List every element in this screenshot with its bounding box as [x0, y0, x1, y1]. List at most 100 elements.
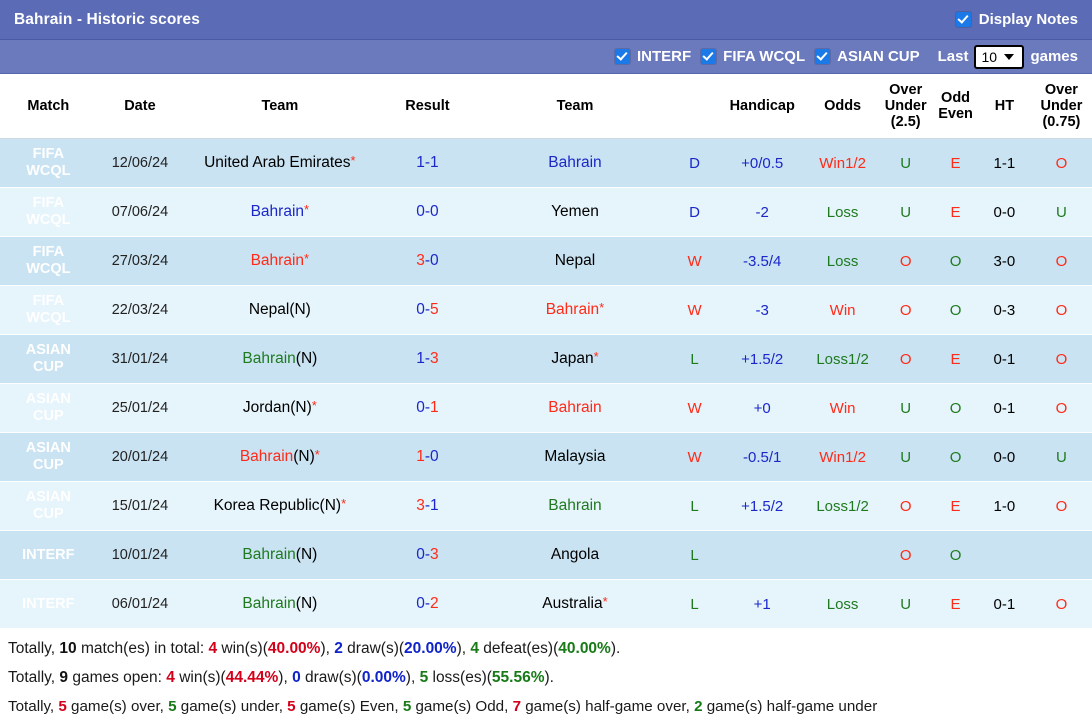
score-cell[interactable]: 3-1 — [376, 481, 479, 531]
competition-cell[interactable]: ASIAN CUP — [0, 481, 97, 531]
col-ht[interactable]: HT — [977, 74, 1031, 139]
competition-cell[interactable]: ASIAN CUP — [0, 383, 97, 433]
s3-odd-text: game(s) Odd, — [411, 698, 513, 715]
s3-half-over: 7 — [512, 698, 522, 715]
result-wdl-cell: L — [671, 579, 718, 629]
competition-line2: CUP — [33, 408, 64, 424]
games-count-select[interactable]: 10 — [974, 44, 1025, 69]
score-cell[interactable]: 1-1 — [376, 138, 479, 188]
home-team-cell[interactable]: Bahrain(N) — [183, 579, 377, 629]
away-team-cell[interactable]: Bahrain* — [478, 285, 672, 335]
home-team-cell[interactable]: Bahrain(N) — [183, 334, 377, 384]
col-date[interactable]: Date — [96, 74, 184, 139]
home-team-cell[interactable]: Bahrain(N)* — [183, 432, 377, 482]
competition-cell[interactable]: INTERF — [0, 530, 97, 580]
col-match[interactable]: Match — [0, 74, 97, 139]
score-cell[interactable]: 0-0 — [376, 187, 479, 237]
match-date: 20/01/24 — [96, 432, 184, 482]
odds-cell: Win — [806, 383, 879, 433]
table-row[interactable]: INTERF 10/01/24 Bahrain(N) 0-3 Angola L O O — [0, 530, 1092, 580]
table-row[interactable]: FIFA WCQL 22/03/24 Nepal(N) 0-5 Bahrain* W -3 Wi… — [0, 285, 1092, 335]
competition-cell[interactable]: FIFA WCQL — [0, 236, 97, 286]
competition-cell[interactable]: ASIAN CUP — [0, 432, 97, 482]
competition-line1: FIFA — [32, 195, 65, 212]
away-team-cell[interactable]: Bahrain — [478, 383, 672, 433]
display-notes-toggle[interactable]: Display Notes — [955, 11, 1078, 28]
table-row[interactable]: INTERF 06/01/24 Bahrain(N) 0-2 Australia* L +1… — [0, 579, 1092, 629]
score-cell[interactable]: 1-0 — [376, 432, 479, 482]
asterisk-mark: * — [341, 496, 347, 511]
competition-line1: INTERF — [22, 546, 75, 563]
home-team-cell[interactable]: Korea Republic(N)* — [183, 481, 377, 531]
score-cell[interactable]: 0-2 — [376, 579, 479, 629]
asterisk-mark: * — [593, 349, 599, 364]
handicap-value: -3 — [755, 301, 769, 319]
home-team-cell[interactable]: Jordan(N)* — [183, 383, 377, 433]
col-odd-even[interactable]: Odd Even — [933, 74, 978, 139]
away-team-cell[interactable]: Angola — [478, 530, 672, 580]
s1-mid1: match(es) in total: — [76, 640, 209, 657]
col-over-under-25[interactable]: Over Under (2.5) — [878, 74, 934, 139]
away-team-cell[interactable]: Nepal — [478, 236, 672, 286]
competition-cell[interactable]: INTERF — [0, 579, 97, 629]
table-row[interactable]: FIFA WCQL 12/06/24 United Arab Emirates* 1-1… — [0, 138, 1092, 188]
col-team-home[interactable]: Team — [183, 74, 377, 139]
team-name: Bahrain — [250, 203, 305, 220]
score-away: 1 — [430, 497, 439, 514]
col-team-away[interactable]: Team — [478, 74, 672, 139]
score-cell[interactable]: 0-1 — [376, 383, 479, 433]
fifa-wcql-checkbox[interactable] — [701, 49, 717, 64]
competition-cell[interactable]: FIFA WCQL — [0, 138, 97, 188]
table-row[interactable]: ASIAN CUP 20/01/24 Bahrain(N)* 1-0 Malaysia W -… — [0, 432, 1092, 482]
score-cell[interactable]: 0-5 — [376, 285, 479, 335]
home-team-cell[interactable]: Bahrain* — [183, 236, 377, 286]
odd-even-value: E — [950, 154, 961, 172]
competition-cell[interactable]: FIFA WCQL — [0, 285, 97, 335]
table-row[interactable]: ASIAN CUP 25/01/24 Jordan(N)* 0-1 Bahrain W +0 W… — [0, 383, 1092, 433]
over-under-25-value: U — [900, 154, 912, 172]
table-row[interactable]: FIFA WCQL 27/03/24 Bahrain* 3-0 Nepal W -3.5/4 L… — [0, 236, 1092, 286]
col-result[interactable]: Result — [376, 74, 479, 139]
away-team-cell[interactable]: Bahrain — [478, 481, 672, 531]
col-handicap[interactable]: Handicap — [717, 74, 807, 139]
home-team-cell[interactable]: Nepal(N) — [183, 285, 377, 335]
away-team-cell[interactable]: Australia* — [478, 579, 672, 629]
score-cell[interactable]: 3-0 — [376, 236, 479, 286]
away-team-cell[interactable]: Malaysia — [478, 432, 672, 482]
asian-cup-checkbox[interactable] — [815, 49, 831, 64]
away-team-cell[interactable]: Japan* — [478, 334, 672, 384]
competition-cell[interactable]: FIFA WCQL — [0, 187, 97, 237]
over-under-25-value: O — [899, 350, 912, 368]
competition-line2: CUP — [33, 359, 64, 375]
score-cell[interactable]: 1-3 — [376, 334, 479, 384]
col-over-under-075[interactable]: Over Under (0.75) — [1030, 74, 1092, 139]
page-title: Bahrain - Historic scores — [14, 10, 200, 28]
result-wdl: L — [690, 595, 699, 613]
odd-even-cell: O — [933, 432, 978, 482]
home-team-cell[interactable]: United Arab Emirates* — [183, 138, 377, 188]
away-team-cell[interactable]: Bahrain — [478, 138, 672, 188]
filter-fifa-wcql[interactable]: FIFA WCQL — [701, 48, 805, 65]
col-ou25-line1: Over — [889, 81, 923, 98]
filter-interf[interactable]: INTERF — [615, 48, 691, 65]
s1-suffix: ). — [610, 640, 621, 657]
half-time-cell: 0-3 — [977, 285, 1031, 335]
filter-asian-cup[interactable]: ASIAN CUP — [815, 48, 920, 65]
s1-defeats-pct: 40.00% — [558, 640, 611, 657]
s2-draws: 0 — [292, 669, 301, 686]
home-team-cell[interactable]: Bahrain* — [183, 187, 377, 237]
table-row[interactable]: ASIAN CUP 15/01/24 Korea Republic(N)* 3-1 Bah… — [0, 481, 1092, 531]
display-notes-checkbox[interactable] — [955, 12, 971, 27]
table-row[interactable]: ASIAN CUP 31/01/24 Bahrain(N) 1-3 Japan* L +1.5… — [0, 334, 1092, 384]
table-row[interactable]: FIFA WCQL 07/06/24 Bahrain* 0-0 Yemen D -2 Loss U… — [0, 187, 1092, 237]
competition-cell[interactable]: ASIAN CUP — [0, 334, 97, 384]
s2-wins: 4 — [166, 669, 175, 686]
home-team-cell[interactable]: Bahrain(N) — [183, 530, 377, 580]
interf-checkbox[interactable] — [615, 49, 630, 64]
score-cell[interactable]: 0-3 — [376, 530, 479, 580]
match-date: 06/01/24 — [96, 579, 184, 629]
away-team-cell[interactable]: Yemen — [478, 187, 672, 237]
col-odds[interactable]: Odds — [806, 74, 879, 139]
s3-over-text: game(s) over, — [66, 698, 169, 715]
odd-even-value: O — [949, 546, 962, 564]
